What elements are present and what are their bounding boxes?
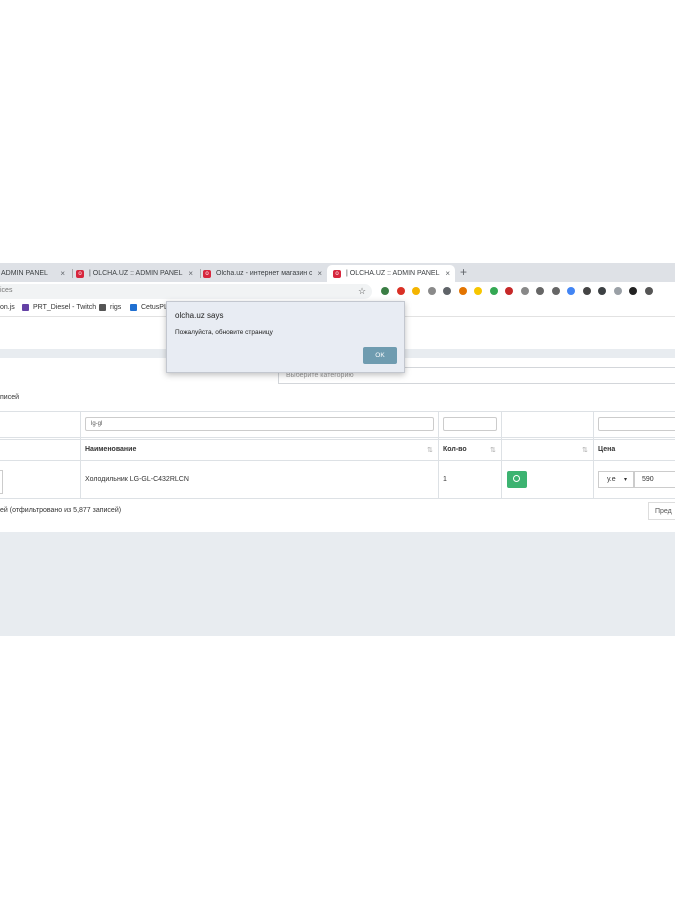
currency-select[interactable]: у.е ▾ — [598, 471, 634, 488]
star-icon[interactable]: ☆ — [358, 286, 366, 297]
tab-title: | OLCHA.UZ :: ADMIN PANEL — [346, 270, 440, 277]
browser-tab[interactable]: ADMIN PANEL × — [0, 265, 70, 282]
bookmark-item[interactable]: rigs — [99, 304, 121, 311]
cetus-icon — [130, 304, 137, 311]
table-header-top-border — [0, 439, 675, 440]
extension-icon[interactable] — [443, 287, 451, 295]
browser-tab-bar: ADMIN PANEL × o | OLCHA.UZ :: ADMIN PANE… — [0, 263, 675, 282]
folder-icon — [99, 304, 106, 311]
table-bottom-border — [0, 498, 675, 499]
sort-icon[interactable]: ⇅ — [490, 446, 496, 454]
column-divider — [501, 411, 502, 498]
extension-icon[interactable] — [629, 287, 637, 295]
header-price[interactable]: Цена — [598, 446, 615, 453]
olcha-favicon-icon: o — [203, 269, 211, 278]
row-name: Холодильник LG-GL-C432RLCN — [85, 476, 189, 483]
close-icon[interactable]: × — [60, 269, 65, 278]
bookmark-item[interactable]: on.js — [0, 304, 15, 311]
qty-filter-input[interactable] — [443, 417, 497, 431]
price-filter-input[interactable] — [598, 417, 675, 431]
dialog-title: olcha.uz says — [175, 311, 224, 320]
extension-icon[interactable] — [474, 287, 482, 295]
tab-title: Olcha.uz - интернет магазин с — [216, 270, 312, 277]
bookmark-label: PRT_Diesel - Twitch — [33, 304, 97, 311]
address-bar[interactable]: ices ☆ — [0, 284, 372, 299]
tab-separator — [72, 269, 73, 278]
category-placeholder: Выберите категорию — [286, 372, 354, 379]
header-name[interactable]: Наименование — [85, 446, 136, 453]
row-action-button[interactable] — [507, 471, 527, 488]
sort-icon[interactable]: ⇅ — [427, 446, 433, 454]
new-tab-button[interactable]: + — [460, 265, 467, 279]
sort-icon[interactable]: ⇅ — [582, 446, 588, 454]
twitch-icon — [22, 304, 29, 311]
table-top-border — [0, 411, 675, 412]
prev-label: Пред — [655, 508, 672, 515]
name-filter-value: lg-gl — [91, 421, 103, 427]
extension-icon[interactable] — [567, 287, 575, 295]
alert-dialog: olcha.uz says Пожалуйста, обновите стран… — [166, 301, 405, 373]
browser-toolbar: ices ☆ — [0, 282, 675, 301]
row-select-box[interactable] — [0, 470, 3, 494]
extension-icon[interactable] — [381, 287, 389, 295]
row-qty: 1 — [443, 476, 447, 483]
bookmark-label: CetusPL — [141, 304, 168, 311]
caret-down-icon: ▾ — [624, 477, 628, 483]
bookmark-label: on.js — [0, 304, 15, 311]
bookmark-item[interactable]: PRT_Diesel - Twitch — [22, 304, 96, 311]
bookmark-label: rigs — [110, 304, 122, 311]
extension-icon[interactable] — [613, 287, 622, 295]
table-info-text: ей (отфильтровано из 5,877 записей) — [0, 507, 122, 514]
dialog-ok-button[interactable]: OK — [363, 347, 397, 364]
minus-circle-icon — [513, 475, 520, 482]
tab-separator — [200, 269, 201, 278]
extension-icon[interactable] — [598, 287, 606, 295]
bookmark-item[interactable]: CetusPL — [130, 304, 168, 311]
table-filter-border — [0, 437, 675, 438]
extension-icon[interactable] — [582, 287, 591, 295]
tab-title: | OLCHA.UZ :: ADMIN PANEL — [89, 270, 183, 277]
browser-tab-active[interactable]: o | OLCHA.UZ :: ADMIN PANEL × — [327, 265, 455, 282]
page-background-gray — [0, 532, 675, 636]
extension-icon[interactable] — [458, 287, 467, 295]
extension-icon[interactable] — [551, 287, 560, 295]
tab-title: ADMIN PANEL — [1, 270, 48, 277]
name-filter-input[interactable]: lg-gl — [85, 417, 434, 431]
page-content — [0, 358, 675, 532]
header-qty[interactable]: Кол-во — [443, 446, 467, 453]
extension-icon[interactable] — [644, 287, 653, 295]
extension-icon[interactable] — [489, 287, 498, 295]
close-icon[interactable]: × — [445, 269, 450, 278]
price-input[interactable]: 590 — [634, 471, 675, 488]
dialog-message: Пожалуйста, обновите страницу — [175, 329, 273, 336]
column-divider — [80, 411, 81, 498]
column-divider — [438, 411, 439, 498]
currency-value: у.е — [607, 476, 616, 483]
extension-icon[interactable] — [505, 287, 513, 295]
close-icon[interactable]: × — [188, 269, 193, 278]
pagination-prev-button[interactable]: Пред — [648, 502, 675, 520]
column-divider — [593, 411, 594, 498]
olcha-favicon-icon: o — [76, 269, 84, 278]
close-icon[interactable]: × — [317, 269, 322, 278]
extension-icon[interactable] — [536, 287, 544, 295]
address-text: ices — [0, 287, 13, 294]
extension-icon[interactable] — [520, 287, 529, 295]
browser-tab[interactable]: o Olcha.uz - интернет магазин с × — [203, 265, 327, 282]
extension-icon[interactable] — [412, 287, 420, 295]
price-value: 590 — [642, 476, 654, 483]
extension-icon[interactable] — [396, 287, 405, 295]
records-per-page-label: писей — [0, 394, 20, 401]
table-header-bottom-border — [0, 460, 675, 461]
olcha-favicon-icon: o — [333, 269, 341, 278]
extension-icon[interactable] — [427, 287, 436, 295]
browser-tab[interactable]: o | OLCHA.UZ :: ADMIN PANEL × — [76, 265, 198, 282]
